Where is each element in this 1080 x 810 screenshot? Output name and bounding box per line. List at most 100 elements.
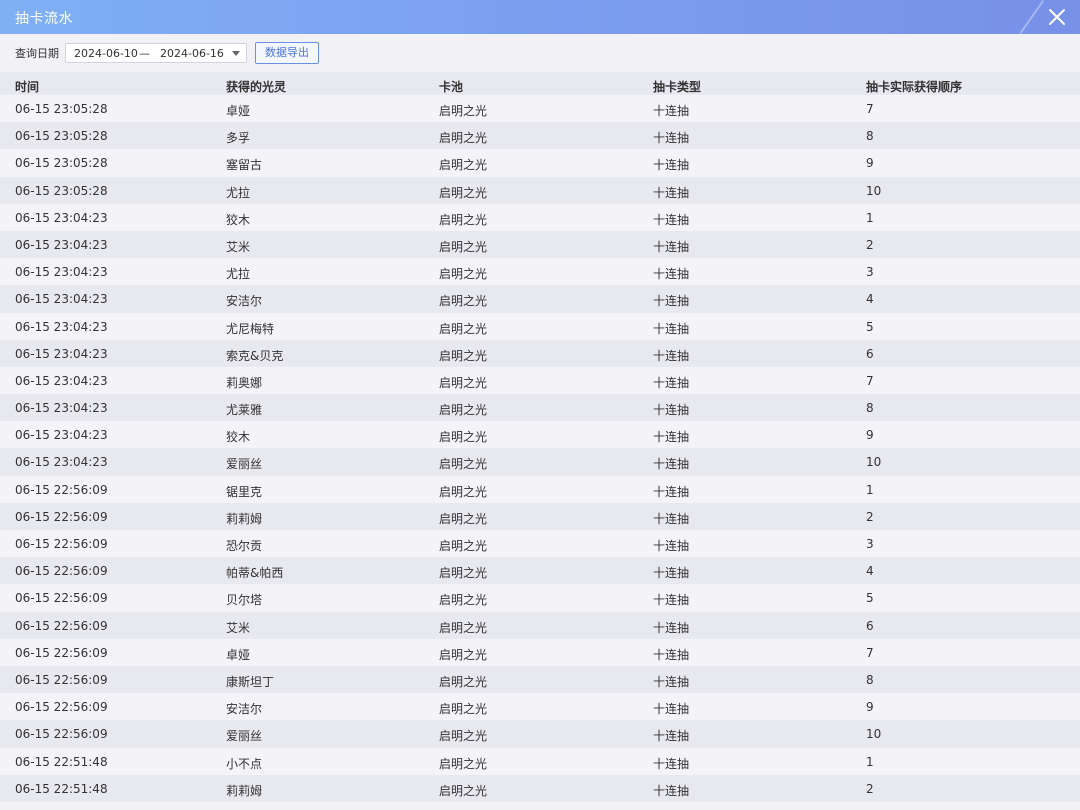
cell-pool: 启明之光 [439,457,488,472]
cell-draw-type: 十连抽 [653,185,690,200]
cell-order: 9 [866,700,874,715]
table-row[interactable]: 06-15 23:04:23 尤莱雅 启明之光 十连抽 8 [0,394,1080,422]
cell-pool: 启明之光 [439,267,488,282]
header-character[interactable]: 获得的光灵 [226,78,286,95]
table-row[interactable]: 06-15 23:05:28 多孚 启明之光 十连抽 8 [0,122,1080,150]
title-bar: 抽卡流水 [0,0,1080,34]
cell-draw-type: 十连抽 [653,593,690,608]
cell-character: 帕蒂&帕西 [226,566,284,581]
cell-order: 4 [866,564,874,579]
cell-draw-type: 十连抽 [653,104,690,118]
cell-draw-type: 十连抽 [653,674,690,689]
table-row[interactable]: 06-15 22:56:09 安洁尔 启明之光 十连抽 9 [0,693,1080,721]
close-button[interactable] [1046,6,1068,28]
cell-time: 06-15 23:05:28 [15,156,108,171]
table-row[interactable]: 06-15 23:04:23 尤尼梅特 启明之光 十连抽 5 [0,312,1080,340]
cell-time: 06-15 23:04:23 [15,210,108,225]
table-body[interactable]: 06-15 23:05:28 卓娅 启明之光 十连抽 7 06-15 23:05:28 多孚… [0,95,1080,810]
cell-pool: 启明之光 [439,158,488,173]
cell-order: 7 [866,102,874,116]
table-row[interactable]: 06-15 23:04:23 安洁尔 启明之光 十连抽 4 [0,285,1080,313]
cell-character: 贝尔塔 [226,593,263,608]
cell-character: 锯里克 [226,484,263,499]
table-row[interactable]: 06-15 22:56:09 爱丽丝 启明之光 十连抽 10 [0,720,1080,748]
header-pool[interactable]: 卡池 [439,78,463,95]
cell-pool: 启明之光 [439,131,488,146]
cell-pool: 启明之光 [439,484,488,499]
cell-order: 1 [866,754,874,769]
table-row[interactable]: 06-15 23:04:23 艾米 启明之光 十连抽 2 [0,230,1080,259]
cell-pool: 启明之光 [439,212,488,227]
table-row[interactable]: 06-15 23:05:28 塞留古 启明之光 十连抽 9 [0,149,1080,177]
table-row[interactable]: 06-15 23:05:28 卓娅 启明之光 十连抽 7 [0,95,1080,123]
filter-toolbar: 查询日期 2024-06-10 — 2024-06-16 数据导出 [0,34,1080,72]
cell-time: 06-15 23:04:23 [15,265,108,280]
cell-pool: 启明之光 [439,566,488,581]
cell-draw-type: 十连抽 [653,511,690,526]
cell-time: 06-15 22:56:09 [15,727,108,742]
cell-draw-type: 十连抽 [653,484,690,499]
table-row[interactable]: 06-15 22:56:09 锯里克 启明之光 十连抽 1 [0,475,1080,503]
cell-time: 06-15 22:51:48 [15,754,108,769]
cell-character: 狡木 [226,430,251,445]
header-time[interactable]: 时间 [15,78,39,95]
cell-pool: 启明之光 [439,104,488,118]
cell-order: 7 [866,645,874,660]
table-row[interactable]: 06-15 22:56:09 恐尔贡 启明之光 十连抽 3 [0,530,1080,558]
table-row[interactable]: 06-15 22:51:48 小不点 启明之光 十连抽 1 [0,747,1080,775]
cell-character: 卓娅 [226,647,251,662]
cell-character: 恐尔贡 [226,539,263,553]
cell-character: 狡木 [226,212,251,227]
cell-pool: 启明之光 [439,539,488,553]
table-row[interactable]: 06-15 22:56:09 艾米 启明之光 十连抽 6 [0,611,1080,639]
cell-pool: 启明之光 [439,375,488,390]
cell-pool: 启明之光 [439,647,488,662]
draw-history-window: 抽卡流水 查询日期 2024-06-10 — 2024-06-16 数据导出 时… [0,0,1080,810]
export-button[interactable]: 数据导出 [255,42,319,64]
cell-order: 1 [866,482,874,497]
cell-time: 06-15 23:04:23 [15,401,108,416]
cell-time: 06-15 23:04:23 [15,373,108,388]
cell-order: 8 [866,672,874,687]
date-label: 查询日期 [15,47,59,60]
cell-pool: 启明之光 [439,674,488,689]
cell-order: 2 [866,237,874,252]
cell-pool: 启明之光 [439,239,488,254]
cell-character: 尤尼梅特 [226,321,275,336]
cell-draw-type: 十连抽 [653,321,690,336]
cell-character: 尤莱雅 [226,403,263,418]
cell-time: 06-15 22:56:09 [15,672,108,687]
header-draw-type[interactable]: 抽卡类型 [653,78,701,95]
cell-order: 2 [866,509,874,524]
table-row[interactable]: 06-15 23:04:23 莉奥娜 启明之光 十连抽 7 [0,366,1080,395]
table-row[interactable]: 06-15 22:56:09 莉莉姆 启明之光 十连抽 2 [0,502,1080,530]
cell-character: 安洁尔 [226,294,263,309]
cell-pool: 启明之光 [439,403,488,418]
cell-order: 10 [866,727,882,742]
cell-time: 06-15 22:56:09 [15,618,108,633]
cell-pool: 启明之光 [439,729,488,744]
cell-pool: 启明之光 [439,620,488,635]
table-row[interactable]: 06-15 22:51:48 莉莉姆 启明之光 十连抽 2 [0,774,1080,802]
table-row[interactable]: 06-15 23:04:23 索克&贝克 启明之光 十连抽 6 [0,339,1080,367]
table-row[interactable]: 06-15 23:04:23 狡木 启明之光 十连抽 1 [0,203,1080,231]
cell-time: 06-15 23:04:23 [15,455,108,470]
cell-pool: 启明之光 [439,321,488,336]
cell-draw-type: 十连抽 [653,647,690,662]
table-row[interactable]: 06-15 22:56:09 卓娅 启明之光 十连抽 7 [0,638,1080,666]
table-row[interactable]: 06-15 23:05:28 尤拉 启明之光 十连抽 10 [0,176,1080,204]
table-row[interactable]: 06-15 23:04:23 尤拉 启明之光 十连抽 3 [0,258,1080,286]
table-row[interactable]: 06-15 23:04:23 爱丽丝 启明之光 十连抽 10 [0,448,1080,476]
table-row[interactable]: 06-15 23:04:23 狡木 启明之光 十连抽 9 [0,421,1080,449]
cell-draw-type: 十连抽 [653,267,690,282]
table-row[interactable]: 06-15 22:56:09 康斯坦丁 启明之光 十连抽 8 [0,665,1080,694]
cell-time: 06-15 23:05:28 [15,183,108,198]
date-range-picker[interactable]: 2024-06-10 — 2024-06-16 [65,43,247,63]
header-order[interactable]: 抽卡实际获得顺序 [866,78,962,95]
cell-time: 06-15 23:05:28 [15,102,108,116]
close-icon [1049,9,1065,25]
table-row[interactable]: 06-15 22:56:09 帕蒂&帕西 启明之光 十连抽 4 [0,557,1080,585]
cell-draw-type: 十连抽 [653,620,690,635]
table-row[interactable]: 06-15 22:56:09 贝尔塔 启明之光 十连抽 5 [0,584,1080,612]
window-title: 抽卡流水 [15,11,73,27]
